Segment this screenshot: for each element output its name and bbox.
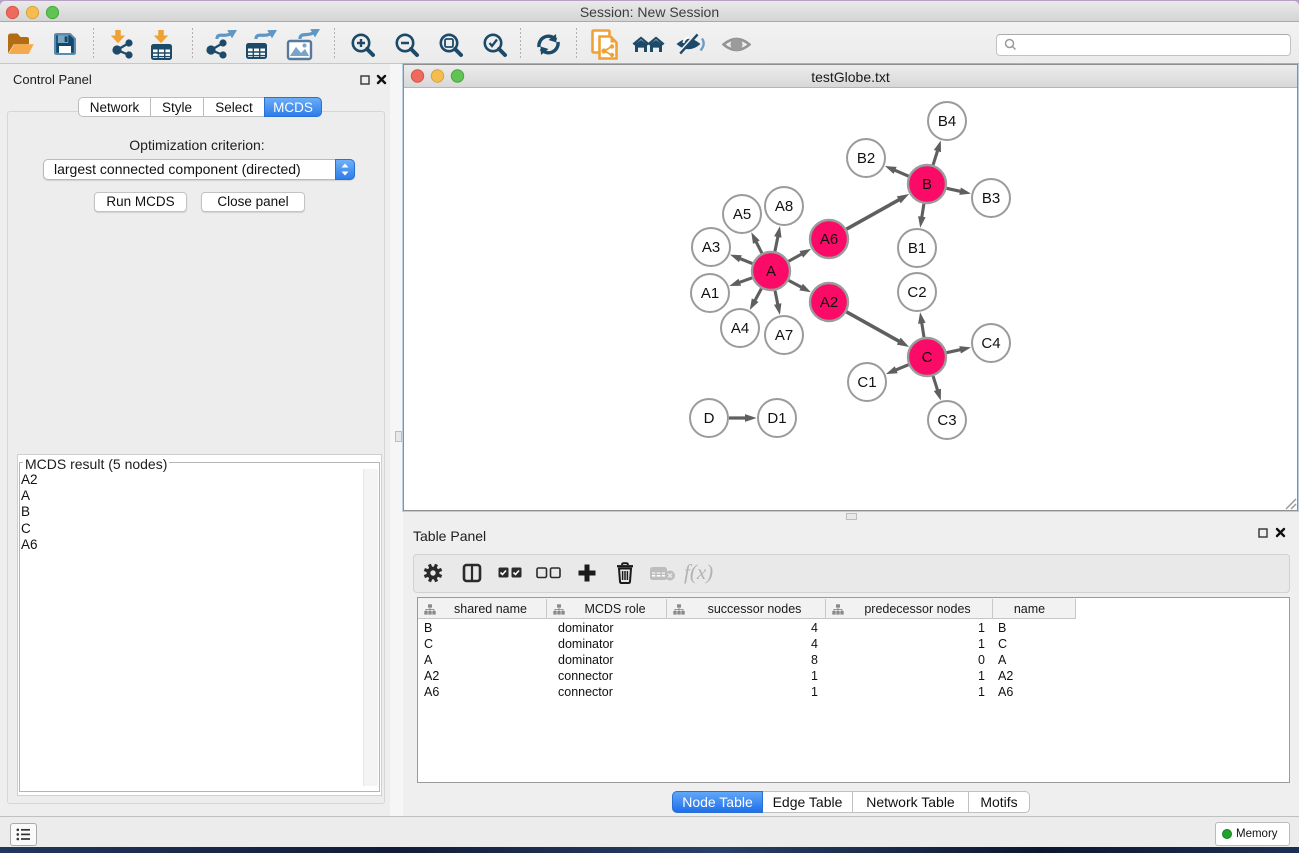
svg-text:C4: C4 — [981, 335, 1000, 352]
svg-text:A4: A4 — [731, 320, 749, 337]
svg-text:B3: B3 — [982, 190, 1000, 207]
svg-text:C1: C1 — [857, 374, 876, 391]
svg-text:A1: A1 — [701, 285, 719, 302]
svg-text:A5: A5 — [733, 206, 751, 223]
svg-text:D: D — [704, 410, 715, 427]
svg-text:B2: B2 — [857, 150, 875, 167]
svg-text:A7: A7 — [775, 327, 793, 344]
svg-text:A6: A6 — [820, 231, 838, 248]
svg-text:A3: A3 — [702, 239, 720, 256]
svg-text:C3: C3 — [937, 412, 956, 429]
svg-text:C2: C2 — [907, 284, 926, 301]
svg-text:B: B — [922, 176, 932, 193]
svg-text:A: A — [766, 263, 776, 280]
svg-text:B1: B1 — [908, 240, 926, 257]
svg-text:A2: A2 — [820, 294, 838, 311]
svg-text:D1: D1 — [767, 410, 786, 427]
svg-text:B4: B4 — [938, 113, 956, 130]
svg-text:A8: A8 — [775, 198, 793, 215]
svg-text:C: C — [922, 349, 933, 366]
